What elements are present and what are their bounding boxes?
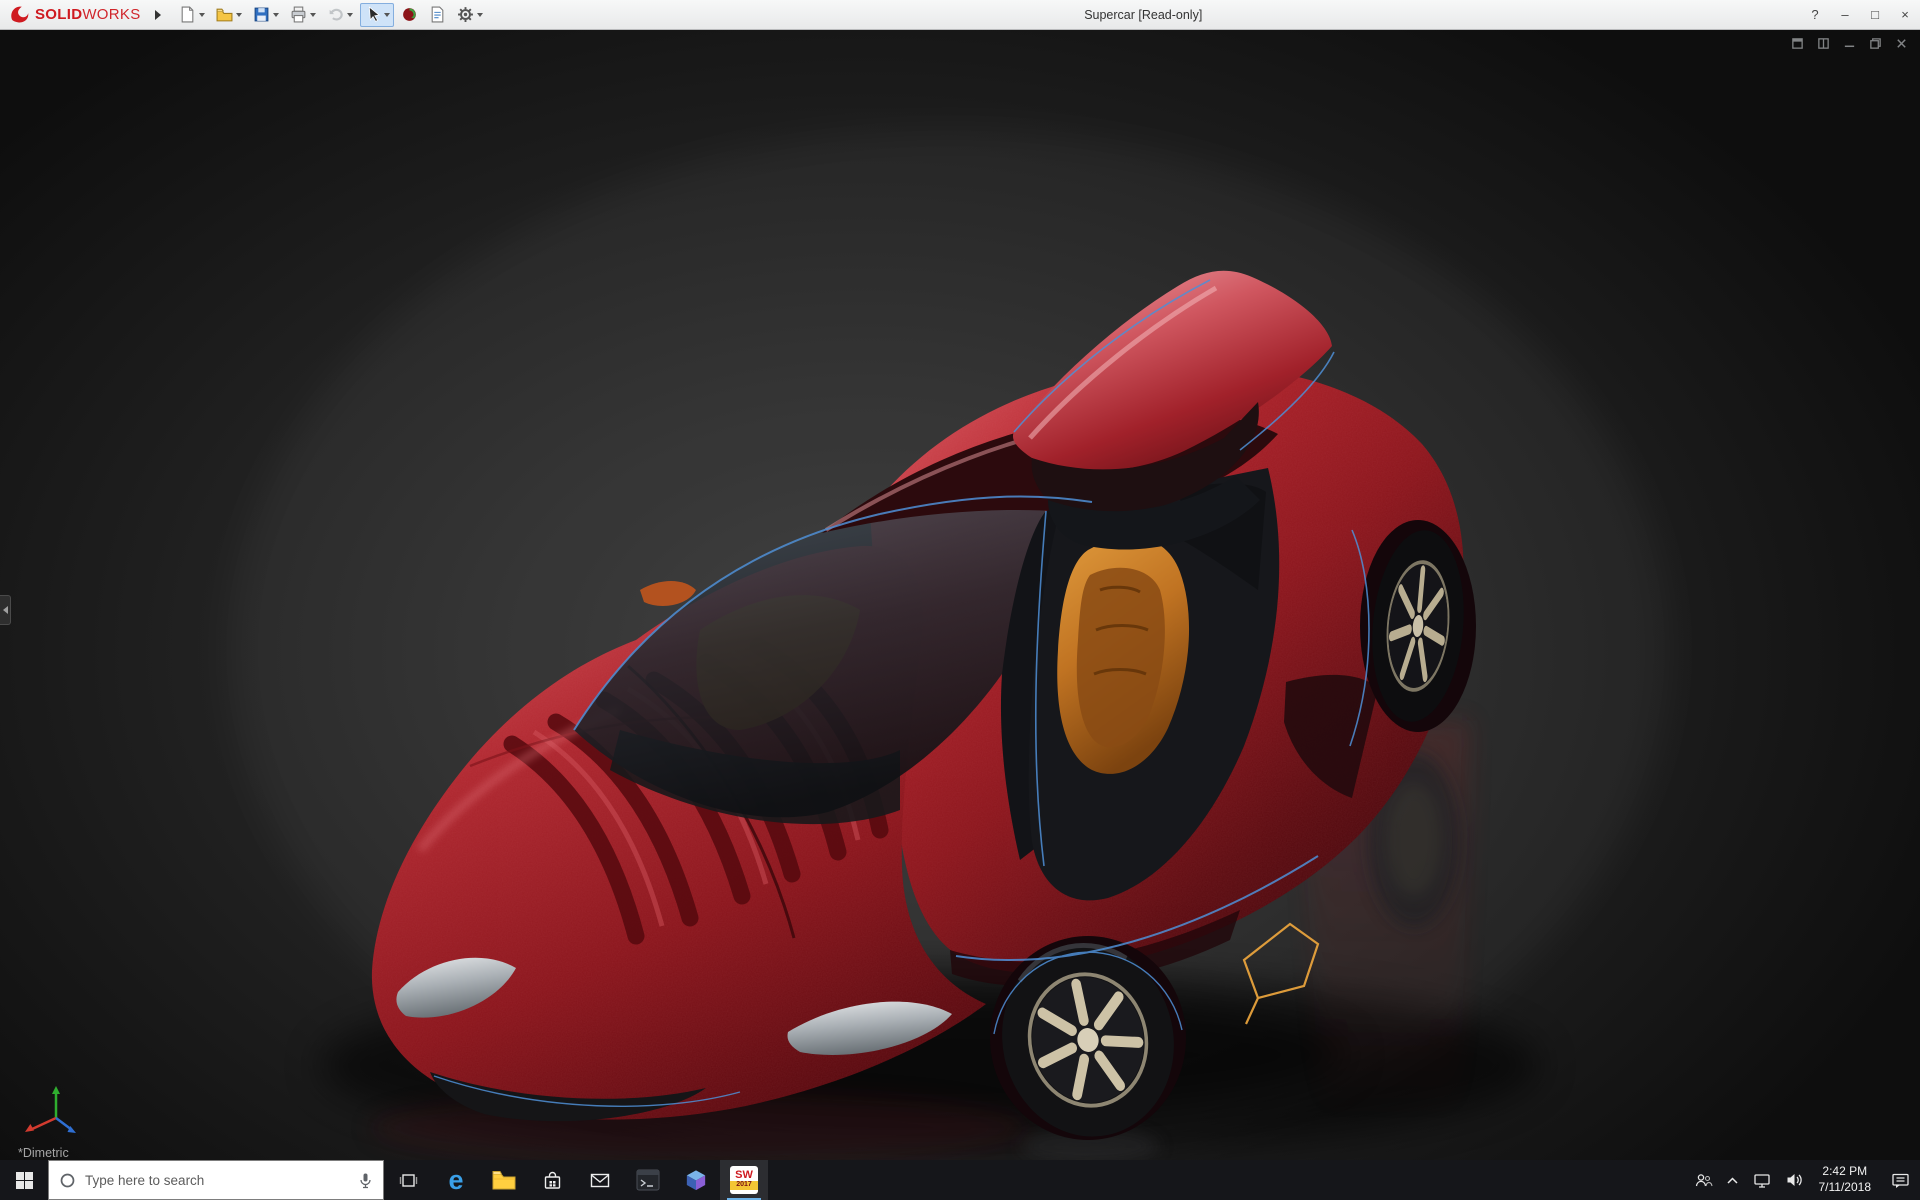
- windows-logo-icon: [16, 1172, 33, 1189]
- help-button[interactable]: ?: [1800, 0, 1830, 29]
- cube-3d-icon: [685, 1168, 707, 1192]
- open-button[interactable]: [212, 3, 246, 27]
- rebuild-button[interactable]: [397, 3, 422, 27]
- edge-icon: e: [448, 1167, 463, 1194]
- taskbar-clock[interactable]: 2:42 PM 7/11/2018: [1810, 1164, 1881, 1195]
- dropdown-caret-icon[interactable]: [347, 13, 353, 17]
- taskbar-app-mail[interactable]: [576, 1160, 624, 1200]
- rebuild-icon: [401, 6, 418, 23]
- chevron-left-icon: [3, 606, 8, 614]
- document-window-controls: [1791, 37, 1908, 50]
- doc-window-icon[interactable]: [1791, 37, 1804, 50]
- taskbar: Type here to search e: [0, 1160, 1920, 1200]
- doc-close-icon[interactable]: [1895, 37, 1908, 50]
- volume-button[interactable]: [1778, 1160, 1810, 1200]
- print-button[interactable]: [286, 3, 320, 27]
- mail-envelope-icon: [590, 1172, 610, 1189]
- action-center-icon: [1891, 1172, 1910, 1189]
- speaker-icon: [1785, 1172, 1803, 1188]
- select-button[interactable]: [360, 3, 394, 27]
- graphics-viewport[interactable]: *Dimetric: [0, 30, 1920, 1160]
- dropdown-caret-icon[interactable]: [384, 13, 390, 17]
- view-orientation-label: *Dimetric: [18, 1146, 69, 1160]
- network-button[interactable]: [1746, 1160, 1778, 1200]
- car-model-render[interactable]: [0, 30, 1920, 1160]
- menu-expand-arrow-icon[interactable]: [155, 10, 161, 20]
- taskbar-app-store[interactable]: [528, 1160, 576, 1200]
- chevron-up-icon: [1726, 1176, 1739, 1185]
- taskbar-search[interactable]: Type here to search: [48, 1160, 384, 1200]
- hidden-icons-button[interactable]: [1720, 1160, 1746, 1200]
- doc-window-icon-2[interactable]: [1817, 37, 1830, 50]
- file-properties-button[interactable]: [425, 3, 450, 27]
- new-document-icon: [179, 6, 196, 23]
- store-bag-icon: [543, 1171, 562, 1190]
- quick-access-toolbar: [175, 3, 487, 27]
- save-button[interactable]: [249, 3, 283, 27]
- action-center-button[interactable]: [1880, 1160, 1920, 1200]
- options-button[interactable]: [453, 3, 487, 27]
- taskbar-app-console[interactable]: [624, 1160, 672, 1200]
- maximize-button[interactable]: □: [1860, 0, 1890, 29]
- taskbar-app-file-explorer[interactable]: [480, 1160, 528, 1200]
- taskbar-app-solidworks[interactable]: SW 2017: [720, 1160, 768, 1200]
- clock-date: 7/11/2018: [1819, 1180, 1872, 1196]
- microphone-icon[interactable]: [358, 1172, 373, 1189]
- people-button[interactable]: [1688, 1160, 1720, 1200]
- window-title: Supercar [Read-only]: [487, 8, 1800, 22]
- minimize-button[interactable]: –: [1830, 0, 1860, 29]
- new-document-button[interactable]: [175, 3, 209, 27]
- system-tray: 2:42 PM 7/11/2018: [1688, 1160, 1920, 1200]
- dropdown-caret-icon[interactable]: [273, 13, 279, 17]
- dropdown-caret-icon[interactable]: [477, 13, 483, 17]
- brand-text: SOLIDWORKS: [35, 6, 141, 23]
- people-icon: [1694, 1172, 1713, 1189]
- featuremanager-flyout-arrow[interactable]: [0, 595, 11, 625]
- file-properties-icon: [429, 6, 446, 23]
- undo-icon: [327, 6, 344, 23]
- dropdown-caret-icon[interactable]: [199, 13, 205, 17]
- select-cursor-icon: [364, 6, 381, 23]
- clock-time: 2:42 PM: [1819, 1164, 1872, 1180]
- dropdown-caret-icon[interactable]: [310, 13, 316, 17]
- task-view-icon: [399, 1172, 418, 1189]
- print-icon: [290, 6, 307, 23]
- orientation-triad[interactable]: [16, 1074, 86, 1144]
- network-icon: [1753, 1172, 1771, 1188]
- console-window-icon: [636, 1168, 660, 1192]
- close-button[interactable]: ×: [1890, 0, 1920, 29]
- window-controls: ? – □ ×: [1800, 0, 1920, 29]
- taskbar-app-edge[interactable]: e: [432, 1160, 480, 1200]
- undo-button[interactable]: [323, 3, 357, 27]
- open-folder-icon: [216, 6, 233, 23]
- solidworks-app-icon: SW 2017: [730, 1166, 758, 1194]
- cortana-ring-icon: [59, 1172, 76, 1189]
- titlebar[interactable]: SOLIDWORKS: [0, 0, 1920, 30]
- solidworks-logo-icon: [8, 4, 30, 26]
- start-button[interactable]: [0, 1160, 48, 1200]
- solidworks-logo: SOLIDWORKS: [8, 4, 141, 26]
- save-icon: [253, 6, 270, 23]
- doc-minimize-icon[interactable]: [1843, 37, 1856, 50]
- options-gear-icon: [457, 6, 474, 23]
- solidworks-window: SOLIDWORKS: [0, 0, 1920, 1200]
- taskbar-app-cube-3d[interactable]: [672, 1160, 720, 1200]
- file-explorer-icon: [492, 1170, 516, 1190]
- search-placeholder: Type here to search: [85, 1173, 349, 1188]
- doc-restore-icon[interactable]: [1869, 37, 1882, 50]
- task-view-button[interactable]: [384, 1160, 432, 1200]
- dropdown-caret-icon[interactable]: [236, 13, 242, 17]
